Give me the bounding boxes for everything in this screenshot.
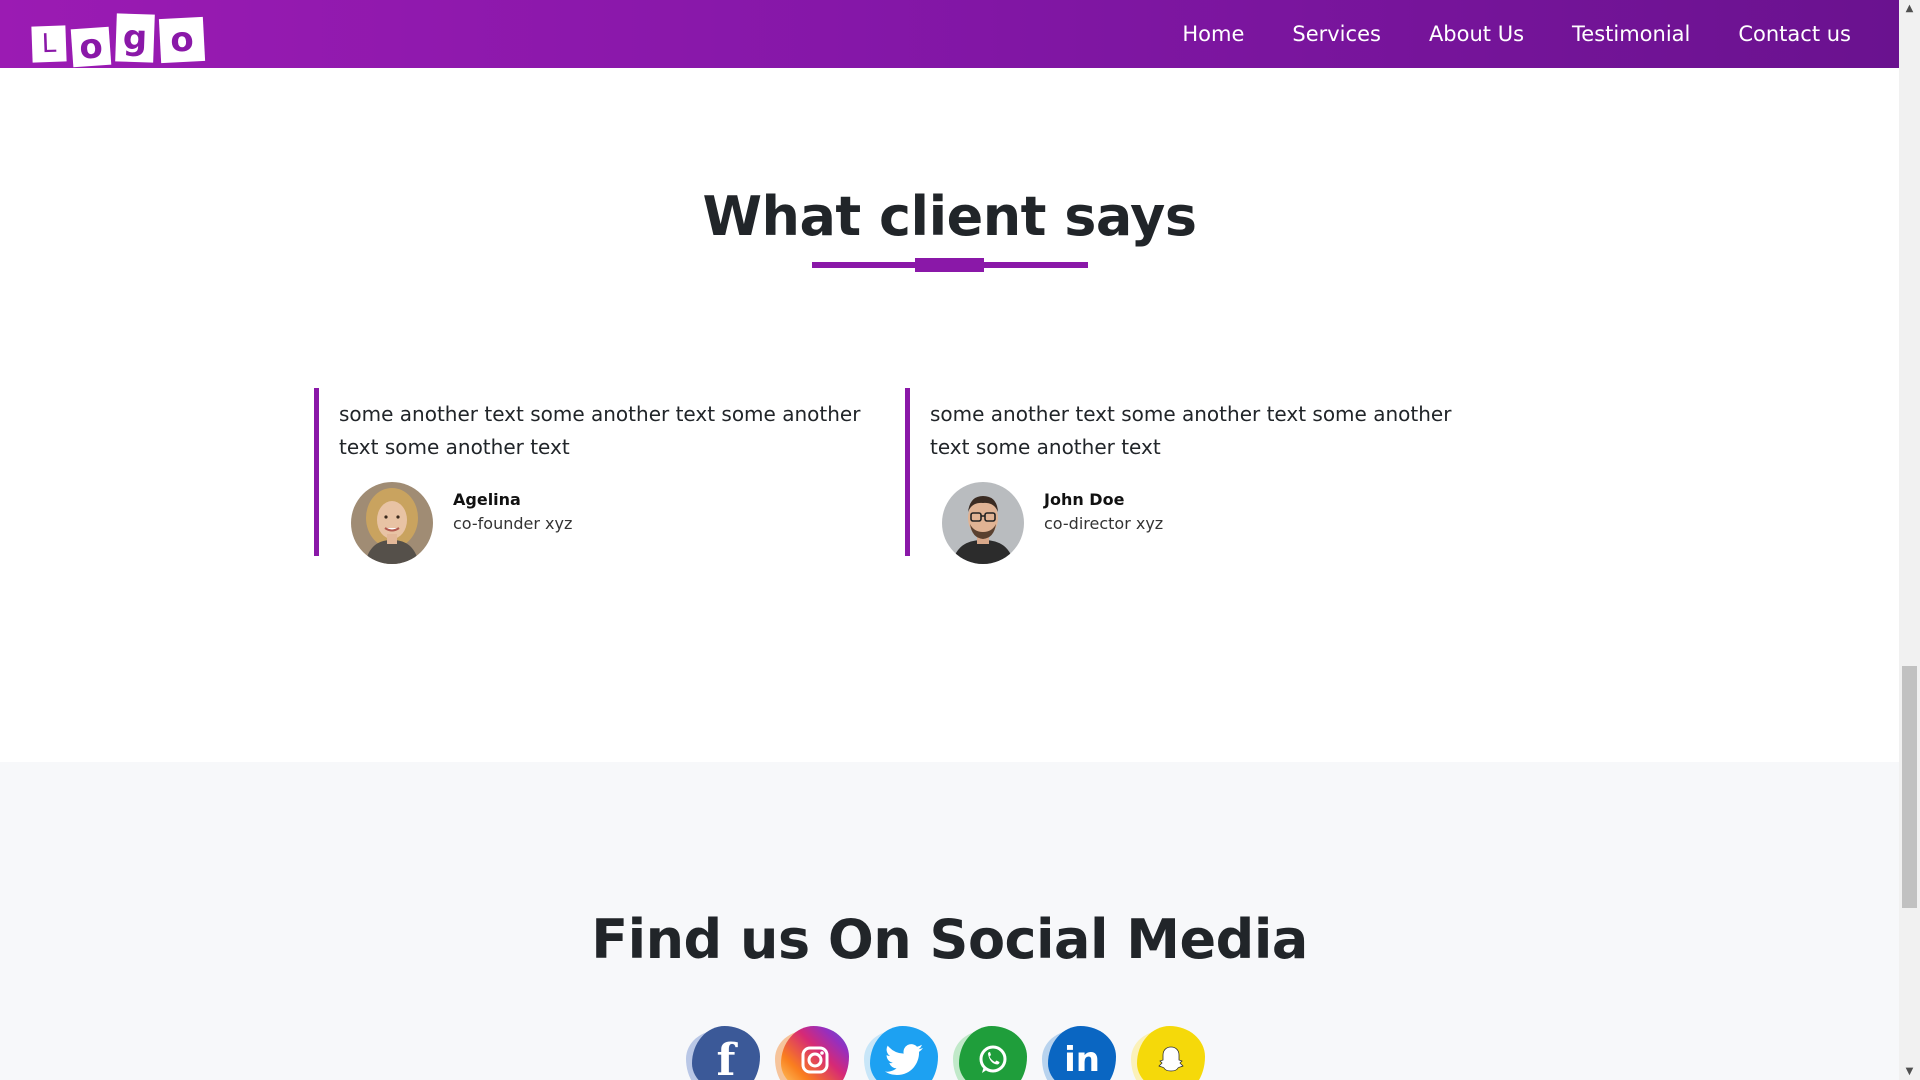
facebook-icon[interactable]: f bbox=[686, 1026, 760, 1080]
logo-letter: L bbox=[31, 25, 67, 63]
author-role: co-director xyz bbox=[1044, 514, 1164, 533]
logo-letter: o bbox=[70, 26, 112, 68]
snapchat-icon[interactable] bbox=[1131, 1026, 1205, 1080]
testimonial-author: John Doe co-director xyz bbox=[930, 482, 1465, 564]
nav-links: Home Services About Us Testimonial Conta… bbox=[1158, 22, 1875, 46]
nav-link-about-us[interactable]: About Us bbox=[1405, 22, 1548, 46]
testimonial-text: some another text some another text some… bbox=[339, 402, 861, 459]
author-role: co-founder xyz bbox=[453, 514, 573, 533]
page-scrollbar[interactable]: ▲ ▼ bbox=[1899, 0, 1920, 1080]
social-icons: f in bbox=[686, 1026, 1205, 1080]
scroll-thumb[interactable] bbox=[1902, 666, 1917, 908]
testimonial-card: some another text some another text some… bbox=[314, 388, 874, 564]
avatar bbox=[351, 482, 433, 564]
scroll-down-arrow-icon[interactable]: ▼ bbox=[1899, 1063, 1920, 1080]
whatsapp-icon[interactable] bbox=[953, 1026, 1027, 1080]
navbar: L o g o Home Services About Us Testimoni… bbox=[0, 0, 1899, 68]
nav-link-contact-us[interactable]: Contact us bbox=[1714, 22, 1875, 46]
testimonial-section: What client says some another text some … bbox=[0, 68, 1899, 762]
logo[interactable]: L o g o bbox=[31, 6, 206, 68]
testimonial-author: Agelina co-founder xyz bbox=[339, 482, 874, 564]
testimonial-text: some another text some another text some… bbox=[930, 402, 1452, 459]
twitter-icon[interactable] bbox=[864, 1026, 938, 1080]
nav-link-services[interactable]: Services bbox=[1268, 22, 1405, 46]
nav-link-home[interactable]: Home bbox=[1158, 22, 1268, 46]
social-title: Find us On Social Media bbox=[591, 908, 1308, 971]
scroll-up-arrow-icon[interactable]: ▲ bbox=[1899, 0, 1920, 17]
nav-link-testimonial[interactable]: Testimonial bbox=[1548, 22, 1714, 46]
author-name: Agelina bbox=[453, 490, 521, 509]
testimonial-card: some another text some another text some… bbox=[905, 388, 1465, 564]
avatar bbox=[942, 482, 1024, 564]
logo-letter: o bbox=[158, 16, 206, 64]
title-underline-accent bbox=[915, 258, 984, 272]
linkedin-icon[interactable]: in bbox=[1042, 1026, 1116, 1080]
instagram-icon[interactable] bbox=[775, 1026, 849, 1080]
logo-letter: g bbox=[115, 13, 155, 63]
testimonial-title: What client says bbox=[702, 185, 1197, 248]
author-name: John Doe bbox=[1044, 490, 1125, 509]
social-section: Find us On Social Media f in bbox=[0, 762, 1899, 1080]
